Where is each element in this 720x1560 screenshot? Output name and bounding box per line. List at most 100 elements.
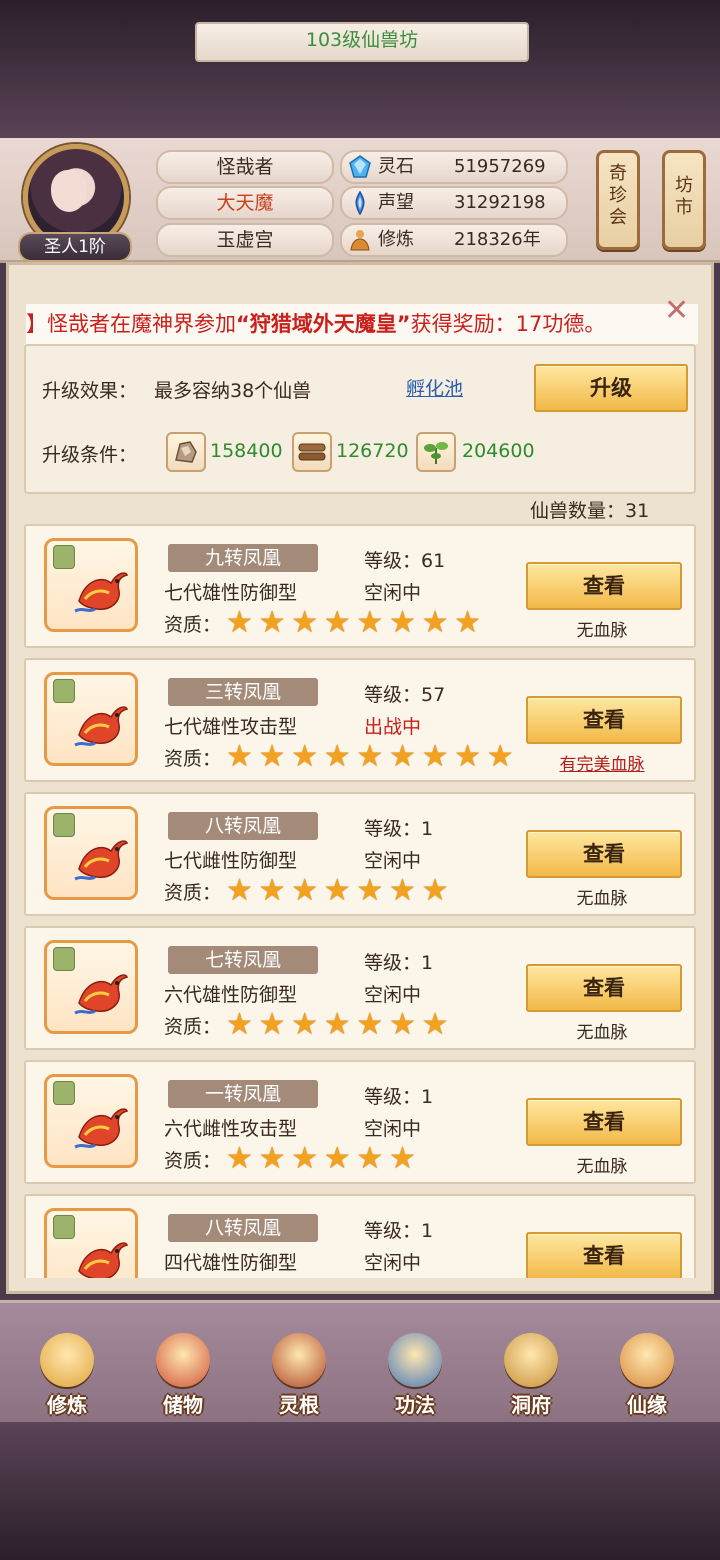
beast-level: 等级：1 [364,1086,434,1108]
beast-card[interactable]: 九转凤凰 等级：61 七代雄性防御型 空闲中 资质： ★ ★ ★ ★ ★ ★ ★ ★ 查看 无… [24,524,696,648]
wood-icon [292,432,332,472]
beast-card[interactable]: 八转凤凰 等级：1 四代雄性防御型 空闲中 查看 [24,1194,696,1278]
nav-item-immortal-fate[interactable]: 仙缘 [602,1319,692,1419]
treasure-fair-button[interactable]: 奇 珍 会 [596,150,640,250]
bloodline-status: 无血脉 [576,621,628,641]
nav-label: 功法 [395,1393,435,1417]
view-button[interactable]: 查看 [526,830,682,878]
quality-stars: ★ ★ ★ ★ ★ ★ ★ [226,1007,454,1042]
beast-list[interactable]: 九转凤凰 等级：61 七代雄性防御型 空闲中 资质： ★ ★ ★ ★ ★ ★ ★ ★ 查看 无… [24,524,696,1278]
bloodline-status: 无血脉 [576,1023,628,1043]
close-icon[interactable]: ✕ [664,296,694,326]
beast-name: 三转凤凰 [168,678,318,706]
star-icon: ★ [323,873,351,908]
phoenix-image [74,1108,129,1149]
notice-suffix: 获得奖励：17功德。 [410,312,606,336]
beast-card[interactable]: 七转凤凰 等级：1 六代雄性防御型 空闲中 资质： ★ ★ ★ ★ ★ ★ ★ 查看 无血脉 [24,926,696,1050]
beast-status: 空闲中 [364,1118,422,1140]
panel-title: 103级仙兽坊 [195,22,529,62]
beast-level: 等级：1 [364,952,434,974]
beast-portrait[interactable] [44,806,138,900]
beast-portrait[interactable] [44,672,138,766]
beast-name: 八转凤凰 [168,812,318,840]
notice-event: “狩猎域外天魔皇” [236,312,411,336]
star-icon: ★ [356,873,384,908]
nav-item-cultivate[interactable]: 修炼 [22,1319,112,1419]
upgrade-section: 升级效果： 最多容纳38个仙兽 孵化池 升级 升级条件： 158400 1267… [24,344,696,494]
beast-description: 七代雄性攻击型 [164,716,298,738]
star-icon: ★ [258,1141,286,1176]
view-button[interactable]: 查看 [526,1098,682,1146]
resource-value: 218326年 [454,229,541,250]
upgrade-button[interactable]: 升级 [534,364,688,412]
beast-name: 八转凤凰 [168,1214,318,1242]
upgrade-effect-value: 最多容纳38个仙兽 [154,380,312,402]
resource-value: 51957269 [454,156,546,177]
spirit-root-icon [272,1333,326,1387]
nav-label: 灵根 [279,1393,319,1417]
material-value: 158400 [210,440,283,462]
nav-label: 储物 [163,1393,203,1417]
beast-level: 等级：57 [364,684,446,706]
quality-stars: ★ ★ ★ ★ ★ ★ ★ [226,873,454,908]
beast-portrait[interactable] [44,1208,138,1278]
beast-level: 等级：1 [364,818,434,840]
bloodline-status: 无血脉 [576,1157,628,1177]
beast-card[interactable]: 八转凤凰 等级：1 七代雌性防御型 空闲中 资质： ★ ★ ★ ★ ★ ★ ★ 查看 无血脉 [24,792,696,916]
star-icon: ★ [388,1007,416,1042]
beast-card[interactable]: 三转凤凰 等级：57 七代雄性攻击型 出战中 资质： ★ ★ ★ ★ ★ ★ ★ ★ ★ 查看 … [24,658,696,782]
star-icon: ★ [388,873,416,908]
broadcast-notice: 】怪哉者在魔神界参加“狩猎域外天魔皇”获得奖励：17功德。 [26,304,698,344]
storage-icon [156,1333,210,1387]
player-avatar[interactable]: 圣人1阶 [18,144,132,262]
cultivate-icon [40,1333,94,1387]
beast-status: 空闲中 [364,582,422,604]
beast-portrait[interactable] [44,940,138,1034]
quality-stars: ★ ★ ★ ★ ★ ★ ★ ★ ★ [226,739,519,774]
market-button[interactable]: 坊 市 [662,150,706,250]
resource-label: 修炼 [378,229,414,250]
material-value: 204600 [462,440,535,462]
view-button[interactable]: 查看 [526,696,682,744]
beast-status: 空闲中 [364,1252,422,1274]
star-icon: ★ [226,873,253,908]
nav-item-spirit-root[interactable]: 灵根 [254,1319,344,1419]
material-value: 126720 [336,440,409,462]
star-icon: ★ [486,739,514,774]
nav-item-storage[interactable]: 储物 [138,1319,228,1419]
star-icon: ★ [356,1007,384,1042]
star-icon: ★ [258,605,286,640]
beast-card[interactable]: 一转凤凰 等级：1 六代雌性攻击型 空闲中 资质： ★ ★ ★ ★ ★ ★ 查看 无血脉 [24,1060,696,1184]
star-icon: ★ [421,873,449,908]
star-icon: ★ [323,739,351,774]
beast-description: 四代雄性防御型 [164,1252,298,1274]
star-icon: ★ [291,739,319,774]
star-icon: ★ [291,1007,319,1042]
view-button[interactable]: 查看 [526,964,682,1012]
phoenix-image [74,840,129,881]
bloodline-status[interactable]: 有完美血脉 [526,750,678,775]
spirit-stone-icon [349,155,371,178]
bottom-background [0,1422,720,1560]
quality-stars: ★ ★ ★ ★ ★ ★ [226,1141,422,1176]
nav-item-technique[interactable]: 功法 [370,1319,460,1419]
nav-label: 修炼 [47,1393,87,1417]
view-button[interactable]: 查看 [526,1232,682,1278]
technique-icon [388,1333,442,1387]
notice-prefix: 】怪哉者在魔神界参加 [26,312,236,336]
cultivation-icon [350,230,370,251]
resource-spirit-stone: 灵石 51957269 [340,150,568,184]
view-button[interactable]: 查看 [526,562,682,610]
cave-dwelling-icon [504,1333,558,1387]
hatch-pool-link[interactable]: 孵化池 [406,374,463,401]
nav-item-cave-dwelling[interactable]: 洞府 [486,1319,576,1419]
beast-status: 空闲中 [364,850,422,872]
star-icon: ★ [291,1141,319,1176]
bottom-navigation: 修炼 储物 灵根 功法 洞府 仙缘 [0,1300,720,1425]
beast-description: 七代雄性防御型 [164,582,298,604]
beast-portrait[interactable] [44,1074,138,1168]
star-icon: ★ [421,605,449,640]
beast-portrait[interactable] [44,538,138,632]
top-background [0,0,720,140]
player-title: 大天魔 [156,186,334,220]
